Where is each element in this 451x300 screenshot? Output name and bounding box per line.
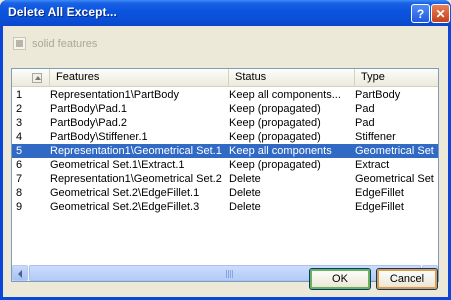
title-bar[interactable]: Delete All Except... ? ✕ xyxy=(0,0,451,26)
row-feature: PartBody\Pad.1 xyxy=(50,103,128,115)
table-row[interactable]: 5 Representation1\Geometrical Set.1 Keep a… xyxy=(12,144,438,158)
row-status: Keep all components xyxy=(229,145,332,157)
row-number: 3 xyxy=(16,117,23,129)
row-type: EdgeFillet xyxy=(355,201,404,213)
arrow-left-icon xyxy=(18,270,22,278)
list-header: Features Status Type xyxy=(12,69,438,87)
row-number: 4 xyxy=(16,131,23,143)
row-type: EdgeFillet xyxy=(355,187,404,199)
row-status: Keep (propagated) xyxy=(229,117,321,129)
table-row[interactable]: 9 Geometrical Set.2\EdgeFillet.3 Delete Edg… xyxy=(12,200,438,214)
close-button[interactable]: ✕ xyxy=(431,4,450,23)
horizontal-scrollbar[interactable] xyxy=(12,265,438,281)
checkbox-mark-icon xyxy=(16,40,23,47)
row-number: 5 xyxy=(16,145,23,157)
row-status: Keep all components... xyxy=(229,89,341,101)
row-type: Extract xyxy=(355,159,390,171)
row-status: Keep (propagated) xyxy=(229,103,321,115)
row-status: Delete xyxy=(229,173,261,185)
solid-features-checkbox[interactable] xyxy=(13,37,26,50)
row-type: PartBody xyxy=(355,89,401,101)
window-title: Delete All Except... xyxy=(8,5,117,19)
table-row[interactable]: 8 Geometrical Set.2\EdgeFillet.1 Delete Edg… xyxy=(12,186,438,200)
table-row[interactable]: 3 PartBody\Pad.2 Keep (propagated) Pad xyxy=(12,116,438,130)
table-row[interactable]: 4 PartBody\Stiffener.1 Keep (propagated) St… xyxy=(12,130,438,144)
row-status: Delete xyxy=(229,187,261,199)
column-header-status[interactable]: Status xyxy=(229,69,355,87)
row-type: Stiffener xyxy=(355,131,396,143)
row-number: 8 xyxy=(16,187,23,199)
row-type: Geometrical Set xyxy=(355,145,434,157)
row-type: Geometrical Set xyxy=(355,173,434,185)
table-row[interactable]: 1 Representation1\PartBody Keep all compon… xyxy=(12,88,438,102)
solid-features-label: solid features xyxy=(32,37,98,50)
row-status: Keep (propagated) xyxy=(229,159,321,171)
row-feature: PartBody\Pad.2 xyxy=(50,117,128,129)
grip-icon xyxy=(226,270,234,278)
features-list[interactable]: Features Status Type 1 Representation1\Pa… xyxy=(11,68,439,282)
dialog-body: solid features Features Status Type 1 Rep… xyxy=(3,26,448,297)
column-header-features[interactable]: Features xyxy=(50,69,229,87)
row-status: Keep (propagated) xyxy=(229,131,321,143)
row-number: 6 xyxy=(16,159,23,171)
row-number: 2 xyxy=(16,103,23,115)
row-feature: Representation1\PartBody xyxy=(50,89,180,101)
row-feature: Geometrical Set.2\EdgeFillet.1 xyxy=(50,187,200,199)
row-status: Delete xyxy=(229,201,261,213)
close-icon: ✕ xyxy=(435,6,446,21)
list-rows: 1 Representation1\PartBody Keep all compon… xyxy=(12,88,438,214)
row-feature: Representation1\Geometrical Set.2 xyxy=(50,173,222,185)
scroll-left-button[interactable] xyxy=(12,265,28,281)
row-number: 7 xyxy=(16,173,23,185)
column-header-type[interactable]: Type xyxy=(355,69,438,87)
row-feature: Geometrical Set.2\EdgeFillet.3 xyxy=(50,201,200,213)
row-number: 9 xyxy=(16,201,23,213)
dialog-window: Delete All Except... ? ✕ solid features … xyxy=(0,0,451,300)
row-number: 1 xyxy=(16,89,23,101)
column-header-number[interactable] xyxy=(12,69,50,87)
solid-features-option[interactable]: solid features xyxy=(13,37,97,50)
ok-button[interactable]: OK xyxy=(309,268,371,290)
help-button[interactable]: ? xyxy=(411,4,430,23)
cancel-button[interactable]: Cancel xyxy=(376,268,438,290)
table-row[interactable]: 6 Geometrical Set.1\Extract.1 Keep (propag… xyxy=(12,158,438,172)
row-type: Pad xyxy=(355,117,375,129)
sort-icon xyxy=(32,73,42,83)
help-icon: ? xyxy=(416,6,425,21)
row-type: Pad xyxy=(355,103,375,115)
row-feature: Geometrical Set.1\Extract.1 xyxy=(50,159,185,171)
table-row[interactable]: 7 Representation1\Geometrical Set.2 Delete… xyxy=(12,172,438,186)
table-row[interactable]: 2 PartBody\Pad.1 Keep (propagated) Pad xyxy=(12,102,438,116)
row-feature: Representation1\Geometrical Set.1 xyxy=(50,145,222,157)
row-feature: PartBody\Stiffener.1 xyxy=(50,131,148,143)
